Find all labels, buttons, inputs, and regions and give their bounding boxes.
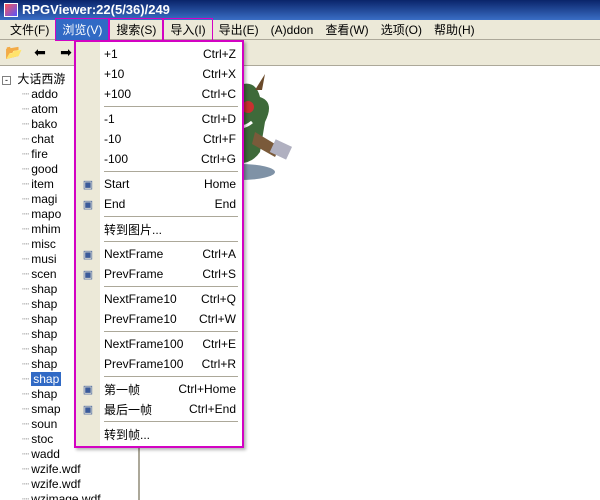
menu-import[interactable]: 导入(I): [163, 18, 212, 41]
menu-item-minus1[interactable]: -1Ctrl+D: [76, 109, 242, 129]
menu-item-prevframe10[interactable]: PrevFrame10Ctrl+W: [76, 309, 242, 329]
window-title: RPGViewer:22(5/36)/249: [22, 0, 170, 20]
menu-help[interactable]: 帮助(H): [428, 19, 481, 40]
menu-browse[interactable]: 浏览(V): [55, 18, 109, 41]
app-icon: [4, 3, 18, 17]
menu-bar: 文件(F) 浏览(V) 搜索(S) 导入(I) 导出(E) (A)ddon 查看…: [0, 20, 600, 40]
title-bar: RPGViewer:22(5/36)/249: [0, 0, 600, 20]
separator: [104, 241, 238, 242]
tree-item[interactable]: wadd: [22, 447, 136, 462]
menu-export[interactable]: 导出(E): [213, 19, 265, 40]
menu-item-minus10[interactable]: -10Ctrl+F: [76, 129, 242, 149]
separator: [104, 171, 238, 172]
separator: [104, 421, 238, 422]
menu-item-nextframe[interactable]: ▣NextFrameCtrl+A: [76, 244, 242, 264]
menu-file[interactable]: 文件(F): [4, 19, 55, 40]
page-icon: ▣: [80, 246, 96, 262]
open-icon[interactable]: 📂: [4, 43, 24, 63]
prev-icon[interactable]: ⬅: [30, 43, 50, 63]
menu-view[interactable]: 查看(W): [319, 19, 374, 40]
menu-item-goto-frame[interactable]: 转到帧...: [76, 424, 242, 444]
browse-dropdown: +1Ctrl+Z +10Ctrl+X +100Ctrl+C -1Ctrl+D -…: [74, 40, 244, 448]
menu-options[interactable]: 选项(O): [375, 19, 428, 40]
separator: [104, 106, 238, 107]
separator: [104, 331, 238, 332]
menu-item-nextframe10[interactable]: NextFrame10Ctrl+Q: [76, 289, 242, 309]
menu-item-prevframe[interactable]: ▣PrevFrameCtrl+S: [76, 264, 242, 284]
menu-item-plus10[interactable]: +10Ctrl+X: [76, 64, 242, 84]
tree-root-label: 大话西游: [17, 72, 65, 86]
tree-item[interactable]: wzife.wdf: [22, 477, 136, 492]
separator: [104, 376, 238, 377]
menu-item-end[interactable]: ▣EndEnd: [76, 194, 242, 214]
separator: [104, 216, 238, 217]
page-icon: ▣: [80, 176, 96, 192]
next-icon[interactable]: ➡: [56, 43, 76, 63]
page-icon: ▣: [80, 196, 96, 212]
menu-item-prevframe100[interactable]: PrevFrame100Ctrl+R: [76, 354, 242, 374]
menu-item-goto-image[interactable]: 转到图片...: [76, 219, 242, 239]
collapse-icon[interactable]: -: [2, 76, 11, 85]
menu-item-plus100[interactable]: +100Ctrl+C: [76, 84, 242, 104]
menu-item-nextframe100[interactable]: NextFrame100Ctrl+E: [76, 334, 242, 354]
menu-item-lastframe[interactable]: ▣最后一帧Ctrl+End: [76, 399, 242, 419]
menu-item-firstframe[interactable]: ▣第一帧Ctrl+Home: [76, 379, 242, 399]
page-icon: ▣: [80, 266, 96, 282]
page-icon: ▣: [80, 381, 96, 397]
menu-item-minus100[interactable]: -100Ctrl+G: [76, 149, 242, 169]
page-icon: ▣: [80, 401, 96, 417]
menu-addon[interactable]: (A)ddon: [265, 21, 320, 39]
separator: [104, 286, 238, 287]
tree-item[interactable]: wzife.wdf: [22, 462, 136, 477]
menu-item-plus1[interactable]: +1Ctrl+Z: [76, 44, 242, 64]
menu-search[interactable]: 搜索(S): [109, 18, 163, 41]
menu-item-start[interactable]: ▣StartHome: [76, 174, 242, 194]
tree-item[interactable]: wzimage.wdf: [22, 492, 136, 500]
